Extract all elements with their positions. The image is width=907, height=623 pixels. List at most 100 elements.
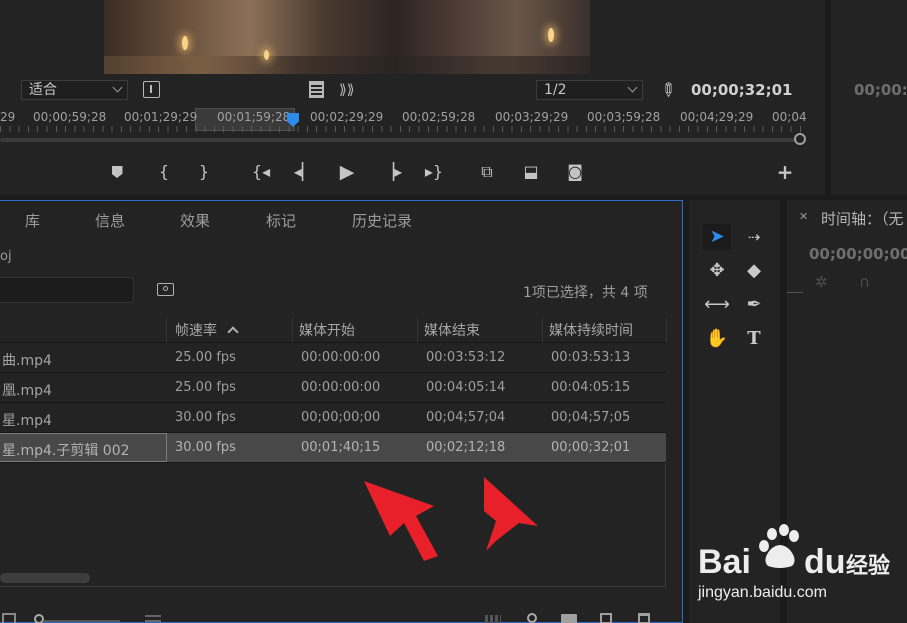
magnet-icon[interactable]: ∩	[859, 273, 870, 291]
table-row[interactable]: 凰.mp4 25.00 fps 00:00:00:00 00:04:05:14 …	[0, 373, 666, 403]
table-row[interactable]: 曲.mp4 25.00 fps 00:00:00:00 00:03:53:12 …	[0, 343, 666, 373]
go-to-in-button[interactable]: {◂	[249, 160, 273, 184]
ruler-label: 00;03;59;28	[587, 110, 661, 124]
resolution-dropdown[interactable]: 1/2	[536, 80, 643, 100]
project-name: oj	[0, 249, 12, 264]
button-editor-button[interactable]: +	[773, 160, 797, 184]
trash-icon[interactable]	[638, 613, 650, 623]
hand-tool[interactable]: ✋	[703, 326, 731, 352]
razor-icon: ◆	[747, 260, 761, 281]
clip-media-end: 00:03:53:12	[426, 350, 506, 365]
tab-markers[interactable]: 标记	[266, 210, 296, 231]
clip-media-start: 00;01;40;15	[301, 440, 381, 455]
ruler-label: 00;04	[772, 110, 807, 124]
timeline-title[interactable]: 时间轴：（无	[821, 208, 904, 229]
clip-media-end: 00;02;12;18	[426, 440, 506, 455]
film-icon[interactable]	[309, 81, 324, 98]
step-back-icon: ◂▏	[293, 162, 315, 181]
candle-light	[548, 28, 554, 42]
ruler-label: 00;00;59;28	[33, 110, 107, 124]
column-media-start[interactable]: 媒体开始	[299, 320, 355, 340]
candle-light	[264, 50, 269, 60]
column-frame-rate[interactable]: 帧速率	[175, 320, 240, 340]
overwrite-icon: ⬓	[523, 162, 539, 181]
column-media-duration[interactable]: 媒体持续时间	[549, 320, 633, 340]
go-to-in-icon: {◂	[251, 162, 271, 181]
video-frame	[104, 0, 590, 74]
find-icon[interactable]	[527, 613, 537, 623]
mark-in-button[interactable]: {	[152, 160, 176, 184]
go-to-out-button[interactable]: ▸}	[422, 160, 446, 184]
new-item-icon[interactable]	[600, 613, 612, 623]
play-button[interactable]: ▶	[335, 160, 359, 184]
baidu-logo: Bai du 经验 jingyan.baidu.com	[697, 524, 890, 601]
list-empty-area	[0, 463, 666, 587]
snap-icon[interactable]: ✲	[815, 273, 828, 291]
resolution-dropdown-value: 1/2	[544, 82, 567, 98]
type-tool[interactable]: T	[740, 326, 768, 352]
selection-tool[interactable]: ➤	[703, 224, 731, 250]
zoom-slider-handle[interactable]	[34, 614, 44, 623]
list-view-icon[interactable]	[2, 613, 16, 623]
pen-icon: ✒	[746, 294, 762, 315]
automate-sequence-icon[interactable]	[485, 615, 501, 623]
timeline-timecode[interactable]: 00;00;00;00	[809, 245, 907, 263]
step-forward-button[interactable]: ▕▸	[380, 160, 404, 184]
clip-media-start: 00:00:00:00	[301, 380, 381, 395]
zoom-scrollbar[interactable]	[0, 138, 795, 142]
ripple-edit-icon: ✥	[709, 260, 725, 281]
insert-button[interactable]: ⧉	[475, 160, 499, 184]
watermark-url: jingyan.baidu.com	[697, 584, 827, 601]
new-bin-icon[interactable]	[561, 614, 577, 623]
insert-icon: ⧉	[481, 162, 493, 181]
tab-info[interactable]: 信息	[95, 210, 125, 231]
clip-media-start: 00:00:00:00	[301, 350, 381, 365]
wrench-icon[interactable]: ✎	[655, 78, 681, 104]
chevron-down-icon	[627, 82, 638, 93]
ruler-label: 00;02;59;28	[402, 110, 476, 124]
fit-dropdown[interactable]: 适合	[21, 80, 128, 100]
audio-waveform-icon[interactable]: ⟫⟫	[339, 82, 355, 98]
clip-media-start: 00;00;00;00	[301, 410, 381, 425]
safe-margins-icon[interactable]	[143, 81, 160, 98]
export-frame-button[interactable]: ◙	[563, 160, 587, 184]
pen-tool[interactable]: ✒	[740, 292, 768, 318]
slip-tool[interactable]: ⟷	[703, 292, 731, 318]
logo-text-bai: Bai	[698, 543, 751, 581]
close-icon[interactable]: ✕	[799, 210, 808, 223]
time-ruler[interactable]	[0, 126, 808, 132]
track-select-tool[interactable]: ⇢	[740, 224, 768, 250]
overwrite-button[interactable]: ⬓	[519, 160, 543, 184]
marker-icon	[111, 166, 123, 178]
clip-media-end: 00;04;57;04	[426, 410, 506, 425]
ripple-edit-tool[interactable]: ✥	[703, 258, 731, 284]
horizontal-scrollbar[interactable]	[0, 573, 90, 583]
candle-light	[182, 36, 188, 50]
step-back-button[interactable]: ◂▏	[292, 160, 316, 184]
column-media-end[interactable]: 媒体结束	[424, 320, 480, 340]
logo-text-jingyan: 经验	[846, 553, 890, 579]
table-row[interactable]: 星.mp4 30.00 fps 00;00;00;00 00;04;57;04 …	[0, 403, 666, 433]
zoom-handle[interactable]	[794, 133, 806, 145]
sort-icons-icon[interactable]	[145, 615, 161, 617]
zoom-slider[interactable]	[44, 620, 120, 622]
razor-tool[interactable]: ◆	[740, 258, 768, 284]
clip-media-end: 00:04:05:14	[426, 380, 506, 395]
search-input[interactable]	[0, 277, 134, 303]
mark-out-button[interactable]: }	[192, 160, 216, 184]
tab-history[interactable]: 历史记录	[352, 210, 412, 231]
tab-effects[interactable]: 效果	[180, 210, 210, 231]
tab-library[interactable]: 库	[25, 210, 40, 231]
program-timecode[interactable]: 00;00;32;01	[691, 81, 793, 99]
add-marker-button[interactable]	[105, 160, 129, 184]
ruler-label: 00;02;29;29	[310, 110, 384, 124]
track-select-icon: ⇢	[747, 228, 761, 246]
annotation-arrow-left	[364, 481, 438, 561]
column-frame-rate-label: 帧速率	[175, 323, 217, 339]
mark-in-icon: {	[158, 162, 170, 181]
text-icon: T	[747, 328, 761, 349]
table-row-selected[interactable]: 星.mp4.子剪辑 002 30.00 fps 00;01;40;15 00;0…	[0, 433, 666, 463]
search-bin-icon[interactable]	[157, 283, 174, 296]
divider	[787, 292, 803, 293]
clip-media-duration: 00;04;57;05	[551, 410, 631, 425]
